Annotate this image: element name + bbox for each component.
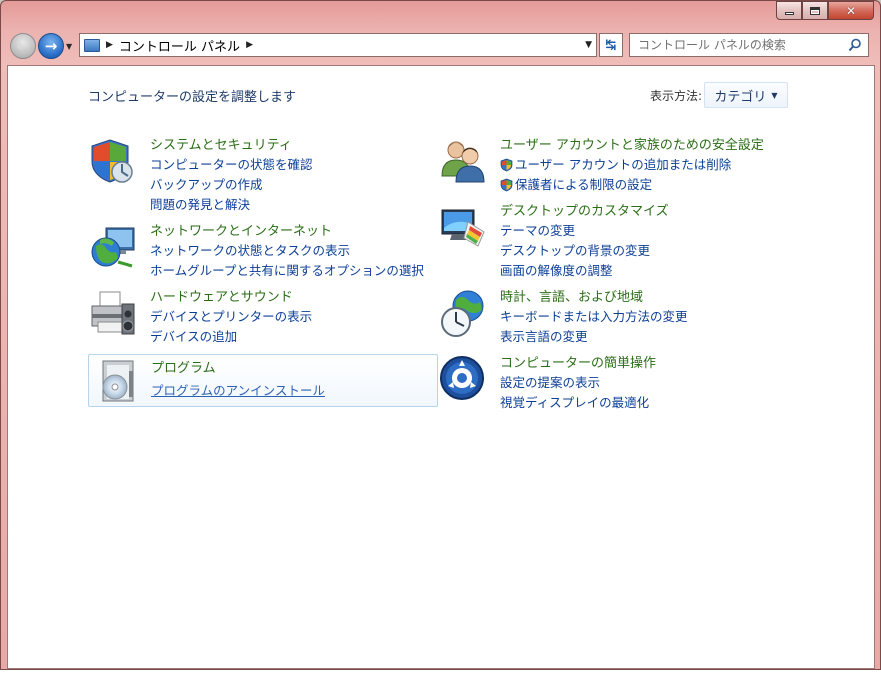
category-link[interactable]: テーマの変更 — [500, 221, 669, 241]
category-network-internet: ネットワークとインターネット ネットワークの状態とタスクの表示 ホームグループと… — [88, 222, 428, 282]
refresh-icon: ↹ — [605, 37, 617, 53]
forward-arrow-icon: → — [44, 37, 58, 55]
search-box[interactable] — [629, 33, 869, 57]
minimize-button[interactable] — [776, 1, 802, 20]
view-by-label: 表示方法: — [650, 89, 703, 103]
category-link[interactable]: バックアップの作成 — [150, 175, 313, 195]
search-icon[interactable] — [848, 38, 862, 52]
breadcrumb-separator-icon[interactable]: ▶ — [106, 40, 113, 50]
ease-of-access-icon[interactable] — [438, 354, 488, 404]
category-link[interactable]: 画面の解像度の調整 — [500, 261, 669, 281]
category-link[interactable]: プログラムのアンインストール — [151, 381, 325, 401]
close-button[interactable]: ✕ — [828, 1, 874, 20]
chevron-down-icon: ▼ — [771, 90, 778, 100]
category-title[interactable]: ハードウェアとサウンド — [150, 288, 312, 307]
window-controls: ✕ — [776, 1, 874, 21]
clock-globe-icon[interactable] — [438, 288, 488, 338]
network-globe-icon[interactable] — [88, 222, 138, 272]
minimize-icon — [784, 12, 794, 15]
category-hardware-sound: ハードウェアとサウンド デバイスとプリンターの表示 デバイスの追加 — [88, 288, 428, 348]
content-pane: コンピューターの設定を調整します 表示方法: カテゴリ ▼ システムとセキュリテ… — [7, 65, 875, 669]
category-text: ユーザー アカウントと家族のための安全設定 ユーザー アカウントの追加または削除 — [500, 136, 764, 195]
category-link[interactable]: 問題の発見と解決 — [150, 195, 313, 215]
control-panel-window: ✕ ← → ▼ ▶ コントロール パネル ▶ ▼ ↹ コンピューターの設定を調整… — [0, 0, 881, 670]
category-text: システムとセキュリティ コンピューターの状態を確認 バックアップの作成 問題の発… — [150, 136, 313, 215]
category-clock-language-region: 時計、言語、および地域 キーボードまたは入力方法の変更 表示言語の変更 — [438, 288, 778, 348]
maximize-button[interactable] — [802, 1, 828, 20]
refresh-button[interactable]: ↹ — [599, 33, 623, 57]
category-link[interactable]: コンピューターの状態を確認 — [150, 155, 313, 175]
maximize-icon — [810, 6, 820, 15]
category-title[interactable]: システムとセキュリティ — [150, 136, 313, 155]
category-system-security: システムとセキュリティ コンピューターの状態を確認 バックアップの作成 問題の発… — [88, 136, 428, 212]
category-link[interactable]: デバイスとプリンターの表示 — [150, 307, 312, 327]
close-icon: ✕ — [845, 3, 857, 18]
shield-icon[interactable] — [88, 136, 138, 186]
category-text: ハードウェアとサウンド デバイスとプリンターの表示 デバイスの追加 — [150, 288, 312, 347]
users-icon[interactable] — [438, 136, 488, 186]
category-title[interactable]: ユーザー アカウントと家族のための安全設定 — [500, 136, 764, 155]
category-link[interactable]: デバイスの追加 — [150, 327, 312, 347]
printer-icon[interactable] — [88, 288, 138, 338]
category-user-accounts: ユーザー アカウントと家族のための安全設定 ユーザー アカウントの追加または削除 — [438, 136, 778, 196]
navigation-bar: ← → ▼ ▶ コントロール パネル ▶ ▼ ↹ — [7, 29, 874, 61]
category-title[interactable]: プログラム — [151, 359, 325, 378]
view-by-dropdown[interactable]: カテゴリ ▼ — [704, 82, 788, 108]
breadcrumb-separator-icon[interactable]: ▶ — [246, 40, 253, 50]
category-text: 時計、言語、および地域 キーボードまたは入力方法の変更 表示言語の変更 — [500, 288, 688, 347]
category-link[interactable]: 視覚ディスプレイの最適化 — [500, 393, 656, 413]
programs-icon[interactable] — [93, 357, 143, 407]
category-text: コンピューターの簡単操作 設定の提案の表示 視覚ディスプレイの最適化 — [500, 354, 656, 413]
category-title[interactable]: コンピューターの簡単操作 — [500, 354, 656, 373]
category-appearance: デスクトップのカスタマイズ テーマの変更 デスクトップの背景の変更 画面の解像度… — [438, 202, 778, 278]
category-link-label: ユーザー アカウントの追加または削除 — [515, 157, 732, 172]
back-button[interactable]: ← — [10, 33, 36, 59]
category-link[interactable]: ユーザー アカウントの追加または削除 — [500, 155, 764, 175]
breadcrumb-control-panel[interactable]: コントロール パネル — [119, 36, 240, 55]
back-arrow-icon: ← — [16, 37, 30, 55]
category-link[interactable]: デスクトップの背景の変更 — [500, 241, 669, 261]
forward-button[interactable]: → — [38, 33, 64, 59]
category-link[interactable]: ネットワークの状態とタスクの表示 — [150, 241, 424, 261]
page-title: コンピューターの設定を調整します — [88, 90, 297, 105]
control-panel-icon — [84, 38, 100, 52]
category-link[interactable]: ホームグループと共有に関するオプションの選択 — [150, 261, 424, 281]
category-link[interactable]: 表示言語の変更 — [500, 327, 688, 347]
category-text: ネットワークとインターネット ネットワークの状態とタスクの表示 ホームグループと… — [150, 222, 424, 281]
category-title[interactable]: デスクトップのカスタマイズ — [500, 202, 669, 221]
recent-pages-dropdown[interactable]: ▼ — [66, 42, 72, 51]
category-link-label: 保護者による制限の設定 — [515, 177, 653, 192]
category-title[interactable]: ネットワークとインターネット — [150, 222, 424, 241]
category-link[interactable]: キーボードまたは入力方法の変更 — [500, 307, 688, 327]
uac-shield-icon — [500, 178, 513, 192]
category-ease-of-access: コンピューターの簡単操作 設定の提案の表示 視覚ディスプレイの最適化 — [438, 354, 778, 414]
desktop-icon[interactable] — [438, 202, 488, 252]
category-link[interactable]: 保護者による制限の設定 — [500, 175, 764, 195]
address-dropdown-icon[interactable]: ▼ — [585, 40, 592, 50]
search-input[interactable] — [630, 38, 840, 52]
view-by-value: カテゴリ — [714, 89, 767, 105]
category-text: プログラム プログラムのアンインストール — [151, 359, 325, 401]
category-programs[interactable]: プログラム プログラムのアンインストール — [88, 354, 438, 407]
address-bar[interactable]: ▶ コントロール パネル ▶ ▼ — [79, 33, 597, 57]
uac-shield-icon — [500, 158, 513, 172]
category-link[interactable]: 設定の提案の表示 — [500, 373, 656, 393]
category-text: デスクトップのカスタマイズ テーマの変更 デスクトップの背景の変更 画面の解像度… — [500, 202, 669, 281]
category-title[interactable]: 時計、言語、および地域 — [500, 288, 688, 307]
